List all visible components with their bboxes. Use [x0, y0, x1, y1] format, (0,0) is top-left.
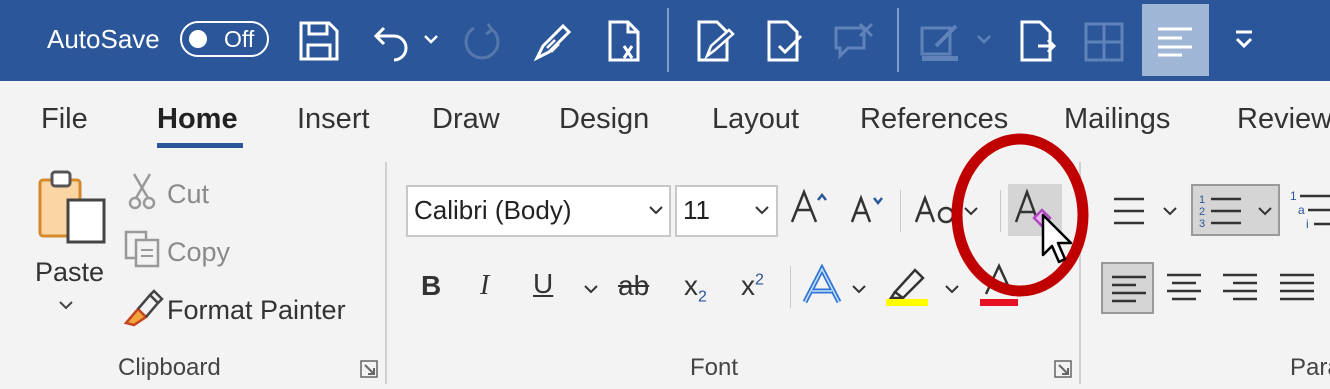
tab-file[interactable]: File [41, 103, 88, 136]
font-color-bar [980, 299, 1018, 306]
accept-change-icon[interactable] [765, 20, 805, 62]
cut-icon [128, 173, 156, 210]
svg-text:2: 2 [1199, 206, 1205, 218]
toggle-knob [189, 30, 207, 48]
paste-icon[interactable] [38, 170, 108, 246]
track-changes-icon[interactable] [695, 20, 735, 62]
format-painter-label[interactable]: Format Painter [167, 295, 346, 326]
table-grid-icon [1084, 22, 1124, 62]
numbering-chevron-icon[interactable] [1257, 206, 1273, 218]
draw-with-touch-icon[interactable] [533, 22, 573, 62]
paste-dropdown-chevron-icon[interactable] [58, 300, 74, 312]
italic-icon[interactable]: I [480, 270, 489, 302]
customize-qat-icon[interactable] [1234, 30, 1254, 50]
superscript-icon[interactable]: x2 [741, 270, 764, 302]
underline-chevron-icon[interactable] [583, 284, 599, 296]
svg-text:a: a [1298, 203, 1305, 217]
tab-review[interactable]: Review [1237, 103, 1330, 136]
text-effects-chevron-icon[interactable] [851, 284, 867, 296]
save-icon[interactable] [299, 21, 339, 61]
mouse-cursor-icon [1041, 213, 1073, 264]
tab-home[interactable]: Home [157, 103, 238, 136]
undo-dropdown-chevron-icon[interactable] [423, 34, 439, 46]
highlight-color-bar [886, 299, 928, 306]
copy-label[interactable]: Copy [167, 237, 230, 268]
align-left-icon [1112, 275, 1146, 303]
font-size-combobox[interactable]: 11 [675, 185, 778, 237]
font-group-label: Font [690, 354, 739, 381]
numbering-icon: 1 2 3 [1199, 194, 1241, 230]
undo-icon[interactable] [370, 22, 410, 62]
underline-icon[interactable]: U [533, 268, 553, 300]
svg-text:1: 1 [1290, 189, 1297, 203]
clipboard-dialog-launcher-icon[interactable] [359, 359, 379, 379]
numbering-button[interactable]: 1 2 3 [1191, 184, 1280, 236]
toolbar-divider [897, 8, 899, 72]
tab-draw[interactable]: Draw [432, 103, 500, 136]
font-name-value: Calibri (Body) [414, 195, 572, 225]
svg-text:3: 3 [1199, 218, 1205, 230]
paste-label[interactable]: Paste [35, 257, 104, 288]
autosave-label: AutoSave [47, 24, 160, 54]
tab-layout[interactable]: Layout [712, 103, 799, 136]
tab-insert[interactable]: Insert [297, 103, 370, 136]
svg-text:1: 1 [1199, 194, 1205, 206]
cut-label[interactable]: Cut [167, 179, 209, 210]
strikethrough-icon[interactable]: ab [618, 270, 649, 302]
font-name-chevron-icon[interactable] [648, 205, 664, 217]
shrink-font-icon[interactable] [850, 194, 886, 226]
tab-design[interactable]: Design [559, 103, 649, 136]
redo-icon [464, 23, 500, 60]
delete-comment-icon [834, 22, 874, 60]
paragraph-group-label: Para [1290, 354, 1330, 381]
bullets-icon[interactable] [1108, 196, 1148, 228]
font-name-combobox[interactable]: Calibri (Body) [406, 185, 671, 237]
align-left-qat-button[interactable] [1142, 4, 1209, 76]
align-right-icon[interactable] [1221, 272, 1259, 302]
grow-font-icon[interactable] [790, 188, 830, 226]
group-separator [900, 190, 901, 232]
subscript-icon[interactable]: x2 [684, 270, 707, 307]
font-size-chevron-icon[interactable] [754, 205, 770, 217]
align-left-icon [1158, 27, 1192, 57]
ink-to-shape-icon [920, 24, 958, 61]
group-divider [385, 162, 387, 384]
svg-text:i: i [1306, 217, 1309, 231]
justify-icon[interactable] [1278, 272, 1316, 302]
autosave-state: Off [224, 26, 255, 52]
bold-icon[interactable]: B [421, 270, 441, 302]
text-effects-icon[interactable] [802, 263, 842, 306]
ink-dropdown-chevron-icon [977, 35, 991, 44]
group-separator [790, 266, 791, 308]
toolbar-divider [667, 8, 669, 72]
autosave-toggle[interactable]: Off [180, 21, 269, 57]
font-size-value: 11 [683, 195, 710, 225]
format-painter-icon [123, 289, 164, 327]
font-dialog-launcher-icon[interactable] [1053, 359, 1073, 379]
active-tab-underline [157, 143, 243, 148]
align-left-button[interactable] [1101, 262, 1154, 314]
clipboard-group-label: Clipboard [118, 354, 221, 381]
align-center-icon[interactable] [1165, 272, 1203, 302]
quick-access-toolbar: AutoSave Off [0, 0, 1330, 81]
multilevel-list-icon[interactable]: 1 a i [1290, 188, 1330, 232]
read-aloud-icon[interactable] [1018, 20, 1058, 62]
document-check-icon[interactable] [606, 20, 646, 62]
bullets-chevron-icon[interactable] [1162, 206, 1178, 218]
copy-icon [124, 230, 160, 268]
